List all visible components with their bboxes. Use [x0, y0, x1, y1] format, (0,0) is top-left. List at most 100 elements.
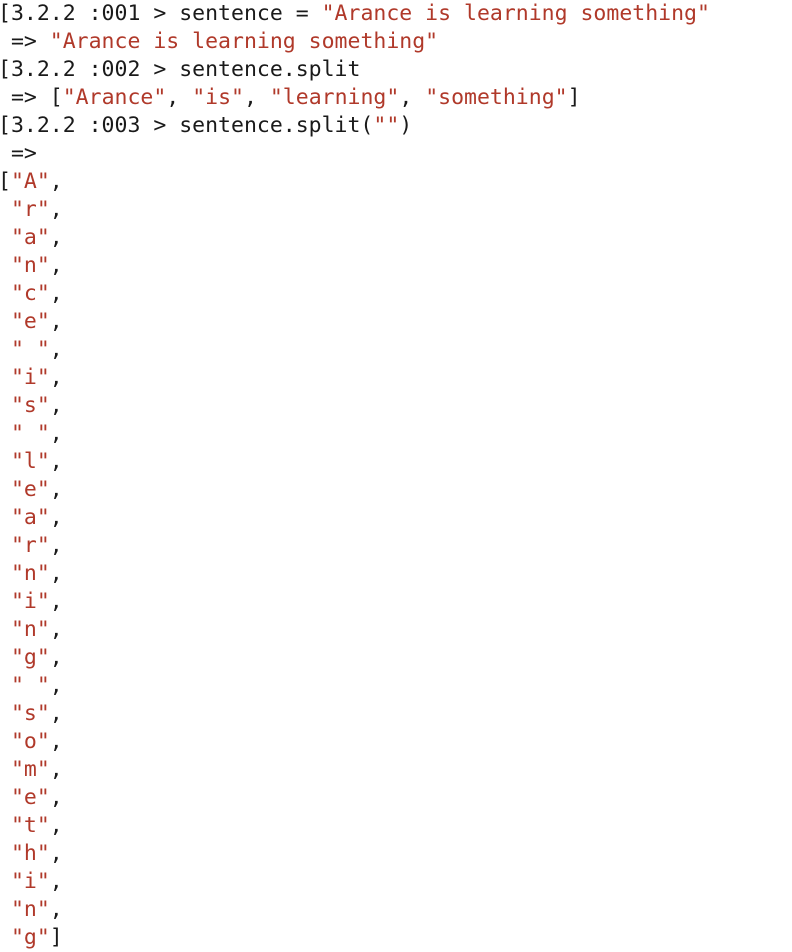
char-array-output: ["A", "r", "a", "n", "c", "e", " ", "i",…	[0, 168, 792, 952]
char-array-comma: ,	[49, 197, 63, 222]
repl-code-empty-string-arg: ""	[373, 113, 400, 138]
char-array-line: "s",	[0, 700, 792, 728]
array-item-1: "is"	[192, 85, 244, 110]
repl-input-line-003: [3.2.2 :003 > sentence.split("")	[0, 112, 792, 140]
char-array-item-9: " "	[10, 421, 50, 446]
char-array-indent	[0, 785, 11, 810]
char-array-item-22: "e"	[10, 785, 50, 810]
char-array-item-24: "h"	[10, 841, 50, 866]
char-array-item-18: " "	[10, 673, 50, 698]
char-array-comma: ,	[49, 421, 63, 446]
char-array-comma: ,	[49, 169, 63, 194]
repl-output-line-002: => ["Arance", "is", "learning", "somethi…	[0, 84, 792, 112]
char-array-line: ["A",	[0, 168, 792, 196]
char-array-indent	[0, 533, 11, 558]
char-array-indent	[0, 701, 11, 726]
char-array-line: "r",	[0, 532, 792, 560]
char-array-item-16: "n"	[10, 617, 50, 642]
char-array-item-13: "r"	[10, 533, 50, 558]
char-array-item-12: "a"	[10, 505, 50, 530]
char-array-comma: ,	[49, 225, 63, 250]
char-array-line: "i",	[0, 588, 792, 616]
char-array-item-5: "e"	[10, 309, 50, 334]
repl-result-string: "Arance is learning something"	[49, 29, 439, 54]
char-array-line: "i",	[0, 868, 792, 896]
char-array-line: "i",	[0, 364, 792, 392]
char-array-indent	[0, 477, 11, 502]
array-separator: ,	[166, 85, 193, 110]
char-array-item-3: "n"	[10, 253, 50, 278]
repl-prompt-002: [3.2.2 :002 >	[0, 57, 180, 82]
char-array-line: "m",	[0, 756, 792, 784]
repl-result-arrow: =>	[0, 85, 50, 110]
char-array-line: " ",	[0, 672, 792, 700]
repl-input-line-001: [3.2.2 :001 > sentence = "Arance is lear…	[0, 0, 792, 28]
char-array-line: "r",	[0, 196, 792, 224]
repl-code-split-call: sentence.split	[179, 57, 361, 82]
char-array-comma: ,	[49, 645, 63, 670]
char-array-comma: ,	[49, 561, 63, 586]
char-array-line: "t",	[0, 812, 792, 840]
char-array-item-26: "n"	[10, 897, 50, 922]
repl-code-string-literal: "Arance is learning something"	[321, 1, 710, 26]
char-array-item-19: "s"	[10, 701, 50, 726]
repl-output-line-001: => "Arance is learning something"	[0, 28, 792, 56]
char-array-item-6: " "	[10, 337, 50, 362]
char-array-line: "s",	[0, 392, 792, 420]
char-array-indent	[0, 841, 11, 866]
char-array-indent	[0, 925, 11, 950]
repl-output-line-003: =>	[0, 140, 792, 168]
char-array-line: "e",	[0, 476, 792, 504]
repl-code-split-open: sentence.split(	[179, 113, 374, 138]
char-array-item-1: "r"	[10, 197, 50, 222]
char-array-line: "n",	[0, 896, 792, 924]
terminal-output-pane[interactable]: [3.2.2 :001 > sentence = "Arance is lear…	[0, 0, 792, 952]
char-array-comma: ,	[49, 729, 63, 754]
char-array-comma: ,	[49, 533, 63, 558]
char-array-indent	[0, 337, 11, 362]
char-array-line: "g"]	[0, 924, 792, 952]
char-array-line: "h",	[0, 840, 792, 868]
char-array-indent	[0, 225, 11, 250]
char-array-indent	[0, 253, 11, 278]
repl-code-split-close: )	[399, 113, 413, 138]
char-array-line: "l",	[0, 448, 792, 476]
char-array-indent	[0, 589, 11, 614]
char-array-item-20: "o"	[10, 729, 50, 754]
char-array-comma: ,	[49, 757, 63, 782]
char-array-line: "a",	[0, 504, 792, 532]
char-array-indent	[0, 813, 11, 838]
char-array-indent	[0, 281, 11, 306]
char-array-comma: ,	[49, 309, 63, 334]
array-item-2: "learning"	[269, 85, 400, 110]
char-array-item-11: "e"	[10, 477, 50, 502]
char-array-comma: ,	[49, 449, 63, 474]
char-array-comma: ,	[49, 673, 63, 698]
char-array-indent	[0, 645, 11, 670]
array-item-3: "something"	[425, 85, 568, 110]
char-array-comma: ,	[49, 589, 63, 614]
char-array-item-7: "i"	[10, 365, 50, 390]
char-array-indent	[0, 365, 11, 390]
array-separator: ,	[399, 85, 426, 110]
char-array-indent	[0, 673, 11, 698]
char-array-indent	[0, 505, 11, 530]
char-array-indent	[0, 729, 11, 754]
char-array-line: "e",	[0, 784, 792, 812]
repl-result-arrow: =>	[0, 29, 50, 54]
repl-code-assign-keyword: sentence =	[179, 1, 322, 26]
char-array-comma: ,	[49, 897, 63, 922]
char-array-line: "a",	[0, 224, 792, 252]
char-array-comma: ,	[49, 701, 63, 726]
array-item-0: "Arance"	[62, 85, 167, 110]
char-array-indent	[0, 393, 11, 418]
char-array-indent	[0, 421, 11, 446]
char-array-indent	[0, 617, 11, 642]
repl-input-line-002: [3.2.2 :002 > sentence.split	[0, 56, 792, 84]
char-array-comma: ,	[49, 505, 63, 530]
char-array-open-bracket: [	[0, 169, 11, 194]
char-array-comma: ,	[49, 253, 63, 278]
char-array-indent	[0, 561, 11, 586]
char-array-comma: ,	[49, 813, 63, 838]
char-array-indent	[0, 757, 11, 782]
